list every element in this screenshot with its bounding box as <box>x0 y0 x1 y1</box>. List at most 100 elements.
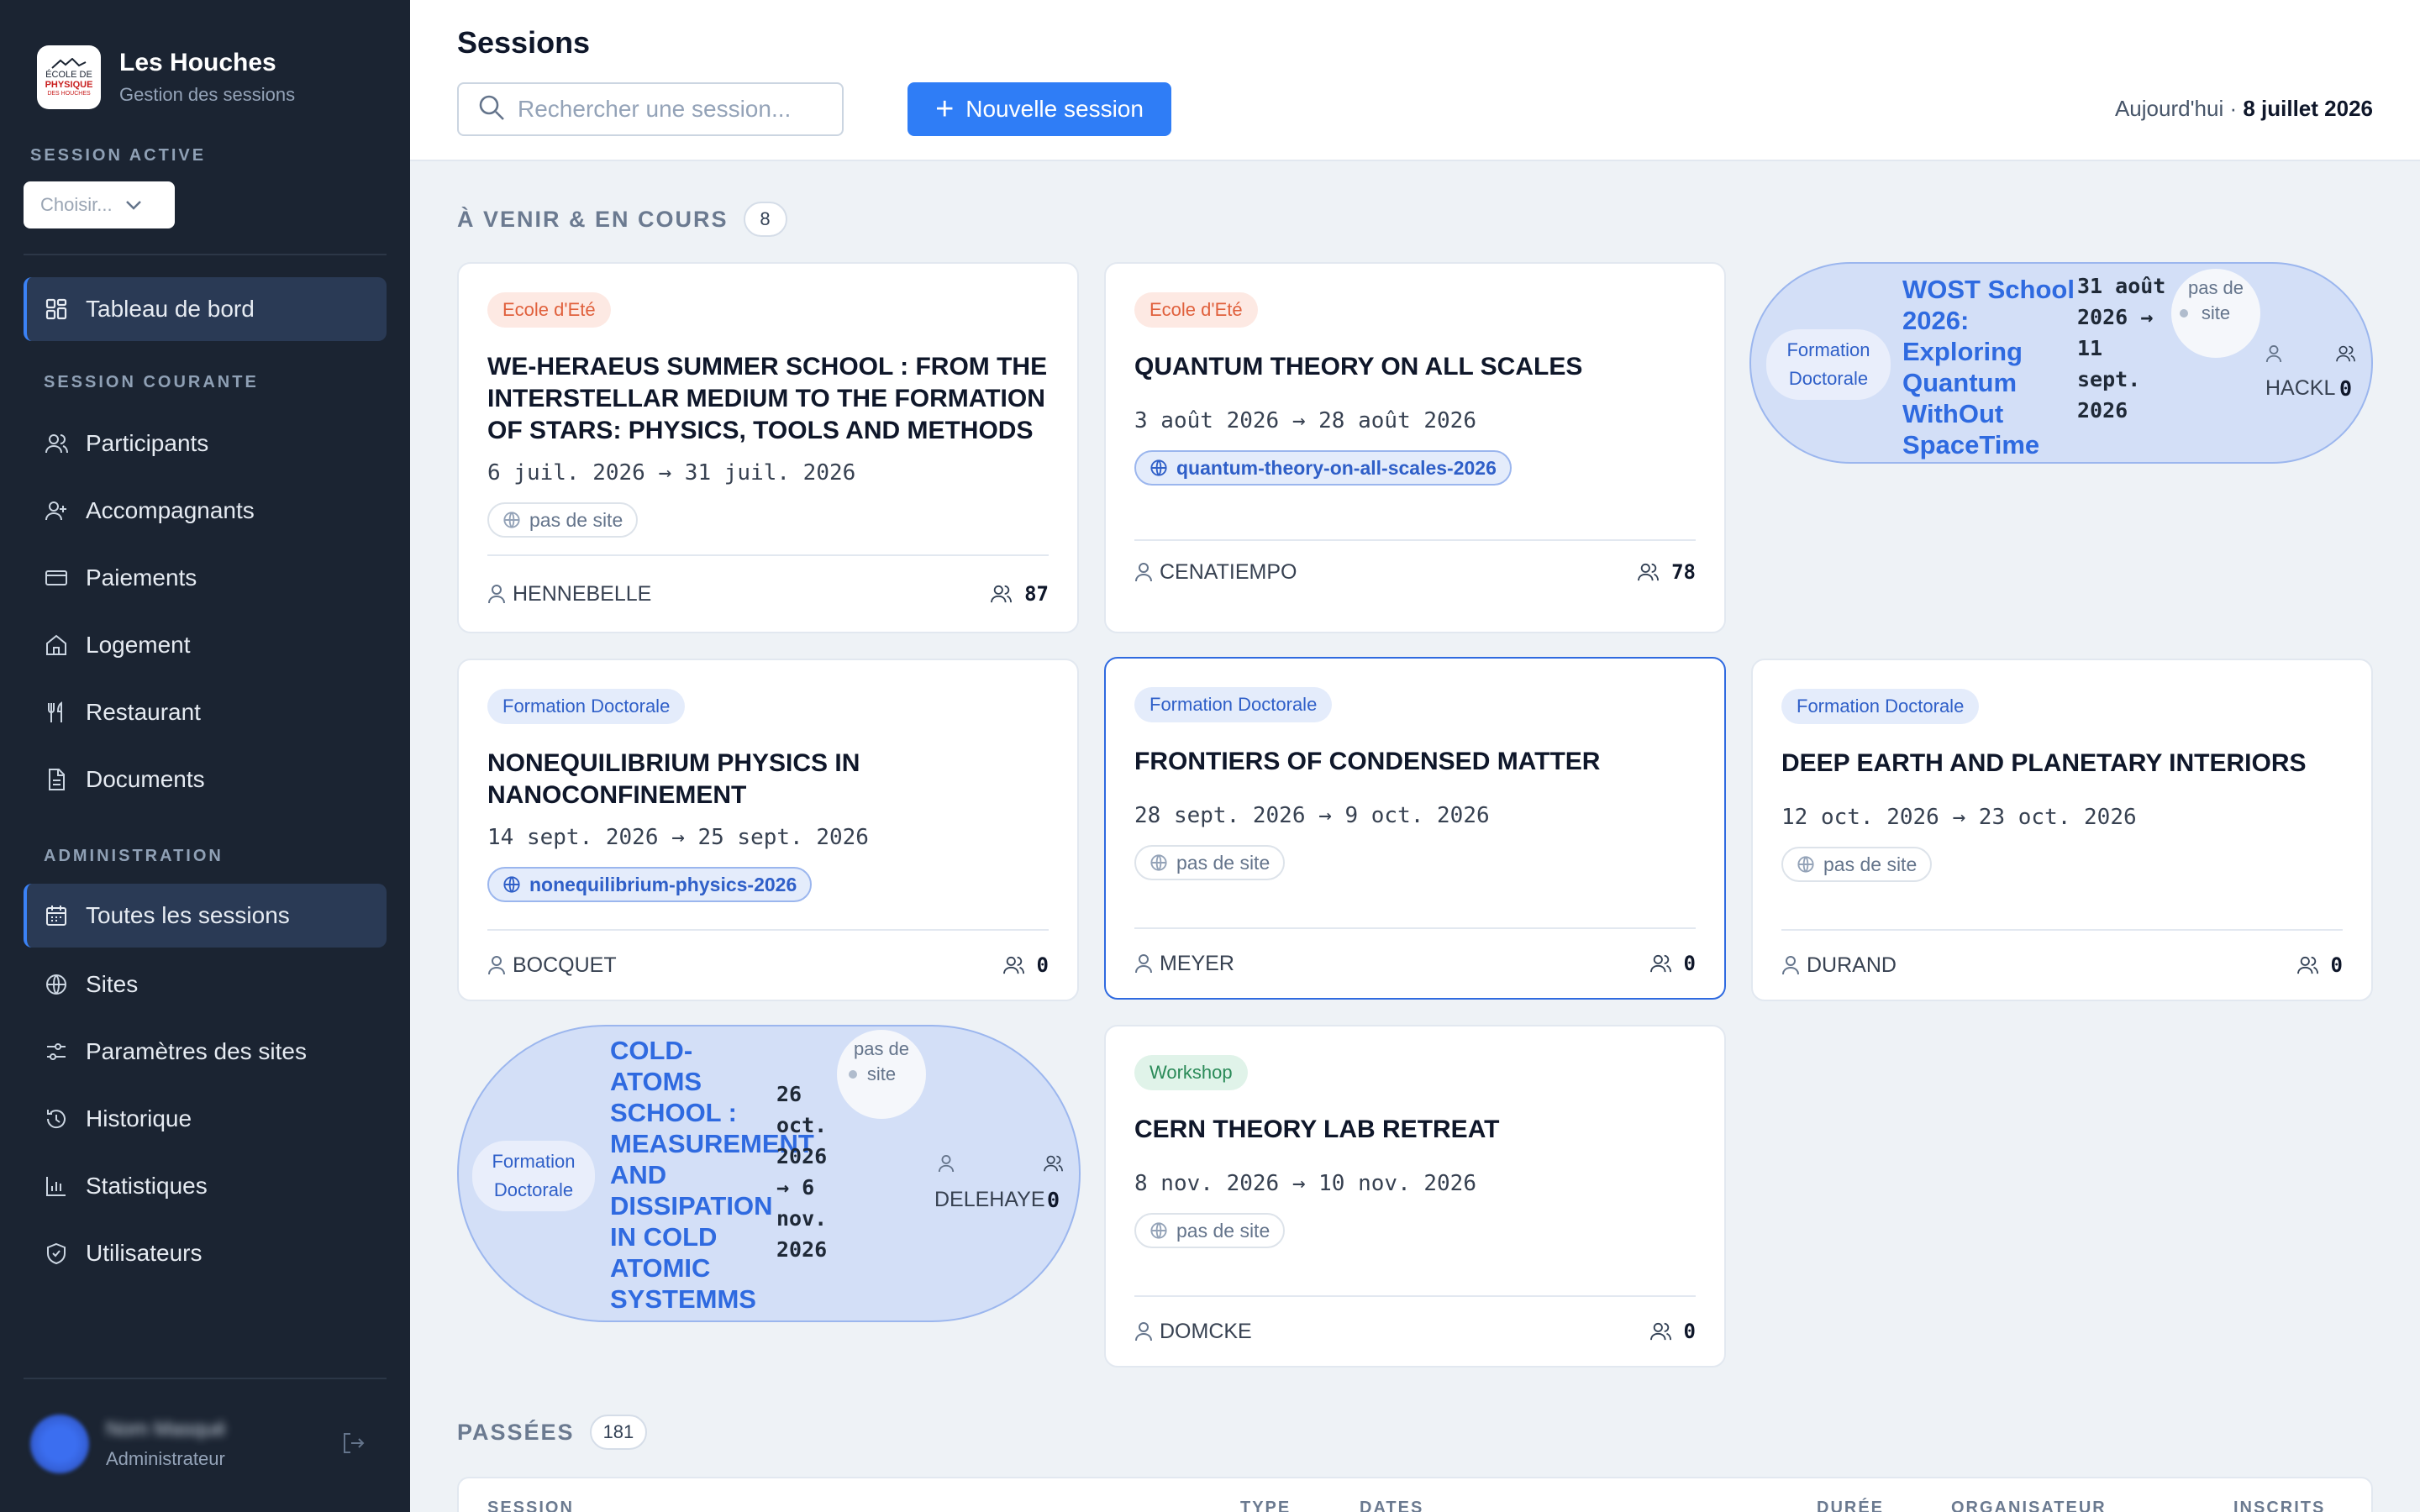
inscrits-count: 0 <box>2296 953 2343 977</box>
user-profile[interactable]: Nom Masqué Administrateur <box>30 1415 226 1473</box>
users-icon <box>44 431 69 456</box>
user-icon <box>1134 953 1153 974</box>
sidebar-item-participants[interactable]: Participants <box>24 412 387 475</box>
logo-line-1: ÉCOLE DE <box>45 69 92 80</box>
column-header-duration[interactable]: DURÉE <box>1817 1499 1884 1512</box>
column-header-organizer[interactable]: ORGANISATEUR <box>1951 1499 2107 1512</box>
card-footer: MEYER 0 <box>1134 927 1696 998</box>
logout-icon[interactable] <box>339 1430 366 1461</box>
site-pill[interactable]: pas de site <box>487 502 639 538</box>
session-title: CERN THEORY LAB RETREAT <box>1134 1116 1500 1143</box>
chevron-down-icon <box>124 194 143 216</box>
session-type-badge: Formation Doctorale <box>1781 689 1980 724</box>
session-type-badge: Formation Doctorale <box>472 1141 595 1211</box>
sidebar-item-label: Utilisateurs <box>86 1240 203 1266</box>
sidebar-item-label: Historique <box>86 1105 192 1131</box>
users-icon <box>2296 955 2319 975</box>
organizer-name: DOMCKE <box>1160 1319 1252 1343</box>
past-count-badge: 181 <box>589 1415 648 1450</box>
session-card[interactable]: Formation Doctorale NONEQUILIBRIUM PHYSI… <box>457 659 1079 1001</box>
organizer: MEYER <box>1134 952 1234 976</box>
user-icon <box>1781 955 1800 975</box>
session-card[interactable]: Workshop CERN THEORY LAB RETREAT 8 nov. … <box>1104 1025 1726 1368</box>
session-dates: 8 nov. 2026 → 10 nov. 2026 <box>1134 1171 1476 1196</box>
inscrits-value: 87 <box>1024 582 1049 606</box>
site-pill[interactable]: nonequilibrium-physics-2026 <box>487 867 813 902</box>
user-role: Administrateur <box>106 1448 225 1469</box>
avatar <box>30 1415 89 1473</box>
sidebar-item-label: Documents <box>86 766 205 792</box>
organizer-name: DELEHAYE <box>934 1188 1045 1211</box>
site-pill[interactable]: quantum-theory-on-all-scales-2026 <box>1134 450 1512 486</box>
today-date: Aujourd'hui · 8 juillet 2026 <box>2115 96 2373 122</box>
sidebar-item-dashboard[interactable]: Tableau de bord <box>24 277 387 341</box>
sidebar-item-all-sessions[interactable]: Toutes les sessions <box>24 884 387 948</box>
sidebar-item-label: Restaurant <box>86 699 201 725</box>
sidebar-item-accompagnants[interactable]: Accompagnants <box>24 479 387 543</box>
sidebar-item-logement[interactable]: Logement <box>24 613 387 677</box>
session-dates: 28 sept. 2026 → 9 oct. 2026 <box>1134 803 1490 828</box>
app-subtitle: Gestion des sessions <box>119 84 296 105</box>
inscrits-count: 0 <box>1649 1320 1696 1343</box>
session-card[interactable]: Formation Doctorale WOST School 2026: Ex… <box>1749 262 2373 464</box>
session-dates: 12 oct. 2026 → 23 oct. 2026 <box>1781 805 2137 830</box>
mountain-icon <box>51 57 87 69</box>
session-select[interactable]: Choisir... <box>24 181 175 228</box>
utensils-icon <box>44 700 69 725</box>
session-card[interactable]: Formation Doctorale FRONTIERS OF CONDENS… <box>1104 657 1726 1000</box>
logo-line-3: DES HOUCHES <box>47 90 91 97</box>
sidebar-item-statistics[interactable]: Statistiques <box>24 1154 387 1218</box>
users-icon <box>991 584 1013 604</box>
sidebar-item-sites[interactable]: Sites <box>24 953 387 1016</box>
users-icon <box>1044 1154 1064 1173</box>
session-card[interactable]: Ecole d'Eté WE-HERAEUS SUMMER SCHOOL : F… <box>457 262 1079 633</box>
sidebar-item-restaurant[interactable]: Restaurant <box>24 680 387 744</box>
globe-icon <box>502 875 521 894</box>
sidebar-item-label: Participants <box>86 430 209 456</box>
card-footer: CENATIEMPO 78 <box>1134 539 1696 603</box>
past-heading: PASSÉES 181 <box>457 1415 648 1450</box>
new-session-button[interactable]: + Nouvelle session <box>908 82 1171 136</box>
column-header-type[interactable]: TYPE <box>1240 1499 1291 1512</box>
calendar-icon <box>44 903 69 928</box>
sidebar-item-paiements[interactable]: Paiements <box>24 546 387 610</box>
inscrits-value: 0 <box>1683 1320 1696 1343</box>
session-card[interactable]: Formation Doctorale DEEP EARTH AND PLANE… <box>1751 659 2373 1001</box>
organizer: HENNEBELLE <box>487 582 651 606</box>
sidebar-item-label: Logement <box>86 632 191 658</box>
session-title: WE-HERAEUS SUMMER SCHOOL : FROM THE INTE… <box>487 353 1048 444</box>
sidebar-item-documents[interactable]: Documents <box>24 748 387 811</box>
site-pill[interactable]: pas de site <box>1781 847 1933 882</box>
page-title: Sessions <box>457 25 591 60</box>
sidebar-item-users[interactable]: Utilisateurs <box>24 1221 387 1285</box>
organizer-name: DURAND <box>1807 953 1897 977</box>
users-icon <box>1649 953 1672 974</box>
site-pill[interactable]: pas de site <box>1134 845 1286 880</box>
organizer: DOMCKE <box>1134 1320 1252 1344</box>
user-plus-icon <box>44 498 69 523</box>
new-session-label: Nouvelle session <box>965 96 1144 122</box>
document-icon <box>44 767 69 792</box>
inscrits-value: 0 <box>1036 953 1049 977</box>
column-header-session[interactable]: SESSION <box>487 1499 574 1512</box>
inscrits-count: 78 <box>1638 560 1696 584</box>
site-pill[interactable]: pas de site <box>1134 1213 1286 1248</box>
organizer-name: MEYER <box>1160 951 1234 975</box>
organizer-name: CENATIEMPO <box>1160 559 1297 584</box>
brand[interactable]: ÉCOLE DE PHYSIQUE DES HOUCHES Les Houche… <box>37 45 295 109</box>
session-card[interactable]: Formation Doctorale COLD-ATOMS SCHOOL : … <box>457 1025 1081 1322</box>
site-label: pas de site <box>1176 851 1270 874</box>
search-input[interactable] <box>518 96 820 123</box>
search-box[interactable] <box>457 82 844 136</box>
sidebar-item-history[interactable]: Historique <box>24 1087 387 1151</box>
sliders-icon <box>44 1039 69 1064</box>
session-card[interactable]: Ecole d'Eté QUANTUM THEORY ON ALL SCALES… <box>1104 262 1726 633</box>
globe-icon <box>1797 855 1815 874</box>
column-header-inscrits[interactable]: INSCRITS <box>2233 1499 2325 1512</box>
session-type-badge: Workshop <box>1134 1055 1248 1090</box>
column-header-dates[interactable]: DATES <box>1360 1499 1423 1512</box>
dashboard-icon <box>44 297 69 322</box>
upcoming-count-badge: 8 <box>743 202 787 237</box>
credit-card-icon <box>44 565 69 591</box>
sidebar-item-site-settings[interactable]: Paramètres des sites <box>24 1020 387 1084</box>
